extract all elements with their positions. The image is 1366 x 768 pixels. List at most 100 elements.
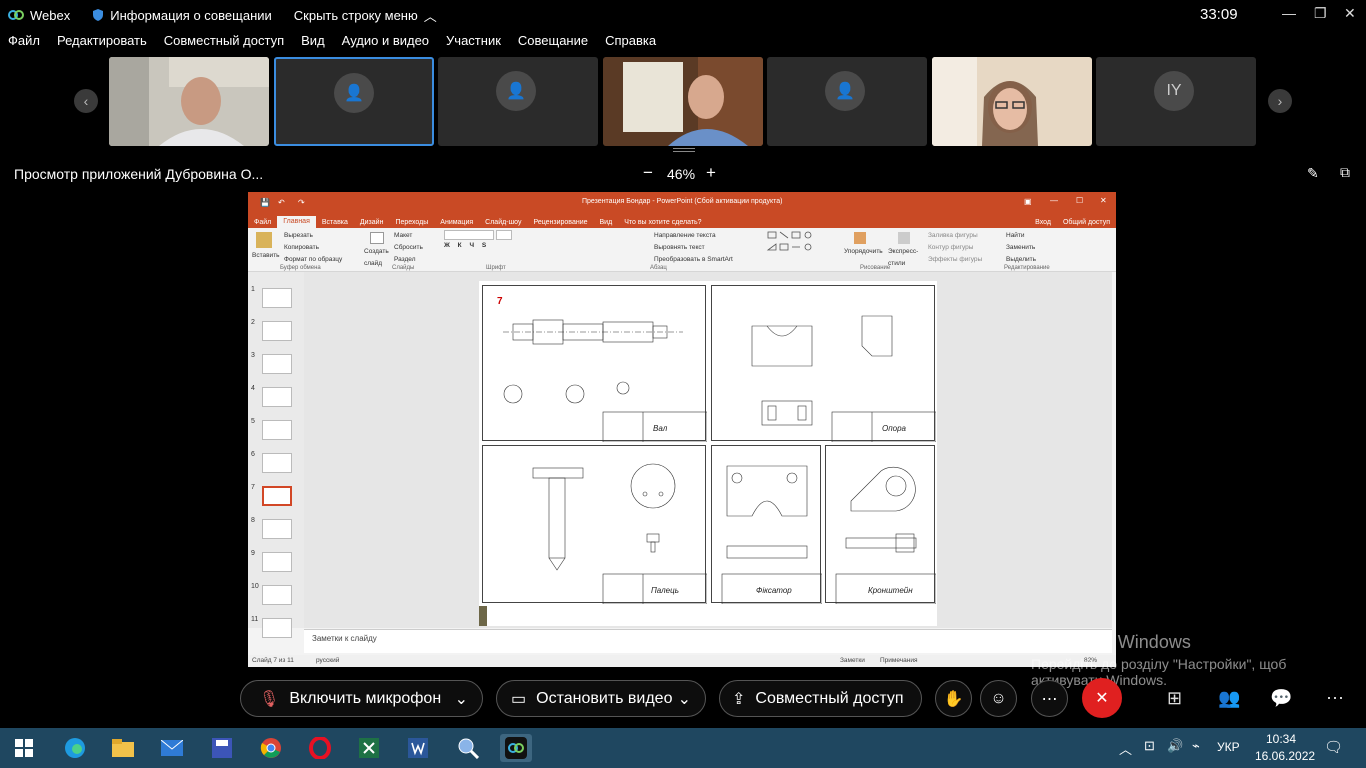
- save-app-taskbar-icon[interactable]: [208, 734, 236, 762]
- volume-icon[interactable]: 🔊: [1167, 738, 1183, 754]
- slide-thumbnail[interactable]: [262, 519, 292, 539]
- share-link[interactable]: Общий доступ: [1057, 219, 1116, 226]
- clock-date[interactable]: 16.06.2022: [1255, 749, 1315, 763]
- webex-taskbar-icon[interactable]: [500, 734, 532, 762]
- ppt-minimize-icon[interactable]: —: [1050, 196, 1058, 205]
- start-button[interactable]: [10, 734, 38, 762]
- tray-camera-icon[interactable]: ⊡: [1144, 738, 1155, 754]
- slide-thumbnail[interactable]: [262, 420, 292, 440]
- font-style-buttons[interactable]: Ж К Ч S: [444, 240, 562, 252]
- tray-chevron-up-icon[interactable]: ︿: [1119, 739, 1132, 758]
- slide-thumbnail[interactable]: [262, 552, 292, 572]
- close-icon[interactable]: ✕: [1344, 5, 1356, 22]
- slide-thumbnail[interactable]: [262, 585, 292, 605]
- tab-home[interactable]: Главная: [277, 216, 316, 228]
- hide-menu-button[interactable]: Скрыть строку меню ︿: [294, 6, 437, 25]
- leave-meeting-button[interactable]: ✕: [1082, 678, 1122, 718]
- opera-taskbar-icon[interactable]: [306, 734, 334, 762]
- participant-video-6[interactable]: [932, 57, 1092, 146]
- clock-time[interactable]: 10:34: [1266, 732, 1296, 746]
- slide-thumbnail[interactable]: [262, 453, 292, 473]
- menu-participant[interactable]: Участник: [446, 33, 501, 55]
- menu-sharing[interactable]: Совместный доступ: [164, 33, 284, 55]
- tab-insert[interactable]: Вставка: [316, 219, 354, 226]
- input-language[interactable]: УКР: [1217, 740, 1240, 754]
- chrome-taskbar-icon[interactable]: [257, 734, 285, 762]
- drag-handle[interactable]: [673, 148, 695, 152]
- participant-tile-3[interactable]: 👤: [438, 57, 598, 146]
- tab-file[interactable]: Файл: [248, 219, 277, 226]
- notifications-icon[interactable]: 🗨: [1324, 738, 1343, 756]
- chevron-down-icon[interactable]: ⌄: [678, 689, 691, 709]
- copy-button[interactable]: Копировать: [284, 242, 364, 254]
- overflow-menu-icon[interactable]: ⋯: [1326, 688, 1344, 709]
- meeting-info-button[interactable]: Информация о совещании: [92, 8, 272, 23]
- next-participants-button[interactable]: ›: [1268, 89, 1292, 113]
- current-slide[interactable]: 7 Вал Опора Палець Фіксатор Кронштейн: [479, 281, 937, 626]
- ppt-maximize-icon[interactable]: ☐: [1076, 196, 1083, 205]
- popout-icon[interactable]: ⧉: [1340, 164, 1350, 181]
- menu-view[interactable]: Вид: [301, 33, 325, 55]
- shape-fill-button[interactable]: Заливка фигуры: [928, 230, 1002, 242]
- tab-view[interactable]: Вид: [594, 219, 619, 226]
- slide-thumbnail[interactable]: [262, 618, 292, 638]
- participant-tile-2[interactable]: 👤: [274, 57, 434, 146]
- slide-thumbnail[interactable]: [262, 354, 292, 374]
- participant-tile-5[interactable]: 👤: [767, 57, 927, 146]
- participant-tile-7[interactable]: IY: [1096, 57, 1256, 146]
- annotate-icon[interactable]: ✎: [1307, 165, 1319, 182]
- chat-icon[interactable]: 💬: [1270, 688, 1292, 709]
- slide-thumbnail[interactable]: [262, 288, 292, 308]
- slide-notes[interactable]: Заметки к слайду: [304, 629, 1112, 653]
- tab-animations[interactable]: Анимация: [434, 219, 479, 226]
- replace-button[interactable]: Заменить: [1006, 242, 1066, 254]
- zoom-out-button[interactable]: −: [643, 163, 653, 183]
- tab-slideshow[interactable]: Слайд-шоу: [479, 219, 527, 226]
- ribbon-options-icon[interactable]: ▣: [1024, 197, 1032, 206]
- ppt-close-icon[interactable]: ✕: [1100, 196, 1107, 205]
- tell-me-search[interactable]: Что вы хотите сделать?: [618, 219, 707, 226]
- paste-button[interactable]: Вставить: [252, 230, 282, 262]
- chevron-down-icon[interactable]: ⌄: [455, 689, 468, 709]
- shape-effects-button[interactable]: Эффекты фигуры: [928, 254, 1002, 266]
- edge-taskbar-icon[interactable]: [61, 734, 89, 762]
- tab-transitions[interactable]: Переходы: [389, 219, 434, 226]
- network-icon[interactable]: ⌁: [1192, 738, 1200, 754]
- slide-thumbnail[interactable]: [262, 486, 292, 506]
- apps-icon[interactable]: ⊞: [1167, 688, 1182, 709]
- reactions-button[interactable]: ☺: [980, 680, 1017, 717]
- font-size-input[interactable]: [496, 230, 512, 240]
- stop-video-button[interactable]: ▭ Остановить видео ⌄: [496, 680, 706, 717]
- text-direction-button[interactable]: Направление текста: [654, 230, 762, 242]
- unmute-button[interactable]: 🎙 Включить микрофон ⌄: [240, 680, 483, 717]
- arrange-button[interactable]: Упорядочить: [844, 230, 884, 258]
- tab-design[interactable]: Дизайн: [354, 219, 390, 226]
- word-taskbar-icon[interactable]: [404, 734, 432, 762]
- save-icon[interactable]: 💾: [260, 198, 270, 207]
- undo-icon[interactable]: ↶: [278, 198, 285, 207]
- share-content-button[interactable]: ⇪ Совместный доступ: [719, 680, 922, 717]
- shapes-gallery[interactable]: [766, 230, 838, 265]
- menu-file[interactable]: Файл: [8, 33, 40, 55]
- cut-button[interactable]: Вырезать: [284, 230, 364, 242]
- participants-icon[interactable]: 👥: [1218, 688, 1240, 709]
- font-name-input[interactable]: [444, 230, 494, 240]
- minimize-icon[interactable]: —: [1282, 5, 1296, 21]
- quick-styles-button[interactable]: Экспресс-стили: [888, 230, 924, 270]
- zoom-in-button[interactable]: +: [706, 163, 716, 183]
- mail-taskbar-icon[interactable]: [158, 734, 186, 762]
- participant-video-4[interactable]: [603, 57, 763, 146]
- participant-video-1[interactable]: [109, 57, 269, 146]
- new-slide-button[interactable]: Создать слайд: [364, 230, 392, 270]
- sign-in-link[interactable]: Вход: [1029, 219, 1057, 226]
- search-app-taskbar-icon[interactable]: [454, 734, 482, 762]
- menu-edit[interactable]: Редактировать: [57, 33, 147, 55]
- raise-hand-button[interactable]: ✋: [935, 680, 972, 717]
- slide-thumbnail[interactable]: [262, 321, 292, 341]
- menu-meeting[interactable]: Совещание: [518, 33, 588, 55]
- smartart-button[interactable]: Преобразовать в SmartArt: [654, 254, 762, 266]
- redo-icon[interactable]: ↷: [298, 198, 305, 207]
- prev-participants-button[interactable]: ‹: [74, 89, 98, 113]
- excel-taskbar-icon[interactable]: [355, 734, 383, 762]
- find-button[interactable]: Найти: [1006, 230, 1066, 242]
